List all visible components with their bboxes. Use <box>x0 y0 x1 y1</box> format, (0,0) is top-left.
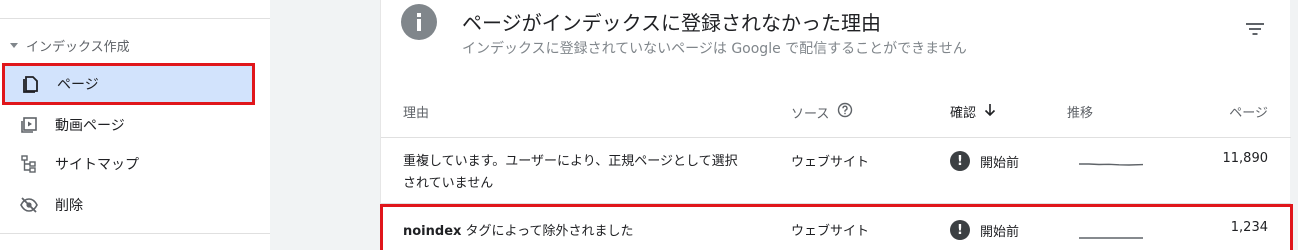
hidden-eye-icon <box>3 195 55 215</box>
card-title: ページがインデックスに登録されなかった理由 <box>462 11 881 35</box>
sidebar-divider <box>0 18 270 19</box>
column-header-reason[interactable]: 理由 <box>403 102 429 121</box>
page-icon <box>5 74 57 94</box>
column-header-confirm-label: 確認 <box>950 106 977 121</box>
row-source: ウェブサイト <box>791 155 870 170</box>
column-header-pages[interactable]: ページ <box>1229 102 1268 121</box>
exclamation-icon: ! <box>950 151 970 171</box>
sidebar-divider <box>0 233 270 234</box>
row-status-label: 開始前 <box>980 155 1020 171</box>
column-header-confirm[interactable]: 確認 <box>950 102 996 121</box>
sidebar-item-label: サイトマップ <box>55 157 139 173</box>
sidebar-section-label: インデックス作成 <box>26 39 130 55</box>
trend-sparkline <box>1079 157 1144 172</box>
row-page-count: 11,890 <box>1222 151 1269 166</box>
column-header-source-label: ソース <box>791 106 830 122</box>
sidebar-item-label: 削除 <box>55 198 83 214</box>
filter-icon[interactable] <box>1241 17 1269 41</box>
sidebar-item-pages[interactable]: ページ <box>2 63 255 105</box>
row-highlight-box <box>380 204 1293 250</box>
sidebar-item-label: ページ <box>57 77 99 93</box>
sitemap-icon <box>3 154 55 174</box>
sidebar-section-indexing[interactable]: インデックス作成 <box>10 35 130 55</box>
video-page-icon <box>3 115 55 135</box>
sidebar-item-sitemaps[interactable]: サイトマップ <box>3 144 255 184</box>
sidebar-item-label: 動画ページ <box>55 118 125 134</box>
card-subtitle: インデックスに登録されていないページは Google で配信することができません <box>462 41 967 57</box>
help-icon[interactable] <box>837 102 853 122</box>
sort-arrow-down-icon <box>984 103 996 121</box>
sidebar-item-video-pages[interactable]: 動画ページ <box>3 105 255 145</box>
column-header-trend: 推移 <box>1067 106 1094 121</box>
sidebar: インデックス作成 ページ 動画ページ サイトマップ 削除 <box>0 0 270 250</box>
search-console-app: インデックス作成 ページ 動画ページ サイトマップ 削除 ページがインデックスに… <box>0 0 1298 250</box>
row-divider <box>381 137 1291 138</box>
info-icon <box>401 4 437 40</box>
row-status: ! 開始前 <box>950 151 1019 171</box>
row-reason: 重複しています。ユーザーにより、正規ページとして選択されていません <box>403 154 738 191</box>
column-header-source[interactable]: ソース <box>791 102 853 122</box>
caret-down-icon <box>10 42 18 48</box>
sidebar-item-removals[interactable]: 削除 <box>3 185 255 225</box>
